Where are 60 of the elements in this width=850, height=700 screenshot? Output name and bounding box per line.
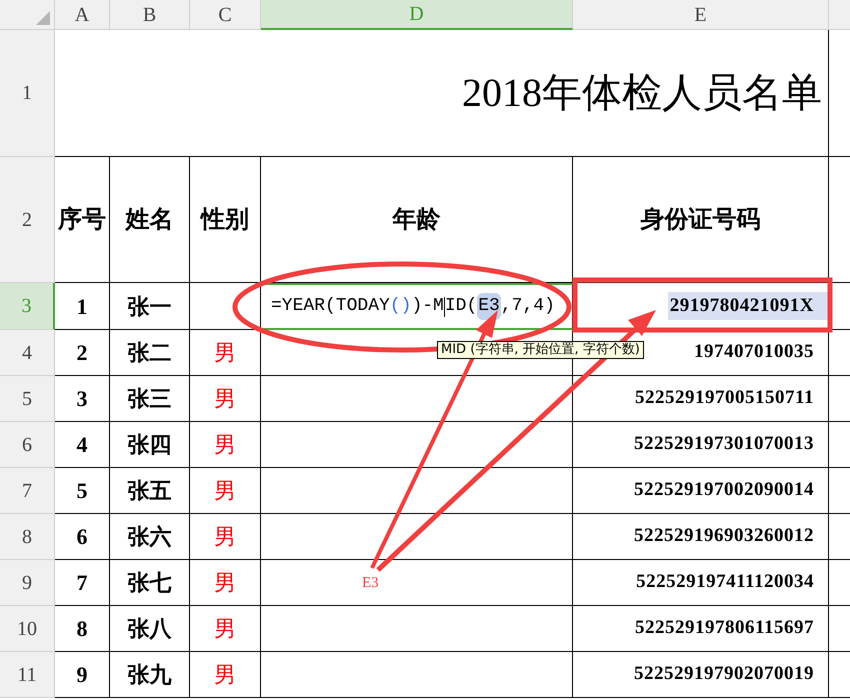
table-cell-text: 522529197902070019 — [634, 662, 814, 686]
column-header[interactable]: B — [110, 0, 190, 30]
gender-text: 男 — [214, 569, 236, 597]
column-header[interactable]: C — [190, 0, 261, 30]
row-header[interactable]: 7 — [0, 468, 55, 514]
row-header[interactable]: 6 — [0, 422, 55, 468]
table-cell: 张四 — [110, 422, 190, 468]
table-cell-text: 522529197005150711 — [635, 386, 814, 410]
table-cell: 张三 — [110, 376, 190, 422]
row-header[interactable]: 2 — [0, 157, 55, 283]
column-header[interactable]: A — [55, 0, 110, 30]
table-cell: 2919780421091X — [668, 292, 828, 320]
gender-text: 男 — [214, 615, 236, 643]
gender-text: 男 — [214, 523, 236, 551]
annotation-label: E3 — [362, 574, 379, 593]
function-tooltip: MID (字符串, 开始位置, 字符个数) — [437, 341, 644, 359]
header-cell: 年龄 — [261, 157, 573, 283]
row-header[interactable]: 9 — [0, 560, 55, 606]
gender-text: 男 — [214, 339, 236, 367]
table-cell: 张六 — [110, 514, 190, 560]
column-header[interactable] — [829, 0, 850, 30]
table-cell: 张七 — [110, 560, 190, 606]
text-cursor — [444, 296, 445, 316]
table-cell: 3 — [55, 376, 110, 422]
table-cell: 8 — [55, 606, 110, 652]
table-cell: 张九 — [110, 652, 190, 698]
row-header[interactable]: 8 — [0, 514, 55, 560]
header-cell: 姓名 — [110, 157, 190, 283]
table-cell: 2 — [55, 330, 110, 376]
gender-text: 男 — [214, 661, 236, 689]
select-all-icon[interactable] — [36, 11, 50, 25]
table-cell: 5 — [55, 468, 110, 514]
table-cell-text: 522529196903260012 — [634, 524, 814, 548]
header-cell: 身份证号码 — [573, 157, 829, 283]
row-header[interactable]: 11 — [0, 652, 55, 698]
table-cell: 张五 — [110, 468, 190, 514]
table-cell-text: 197407010035 — [694, 340, 814, 364]
column-header[interactable]: E — [573, 0, 829, 30]
gender-text: 男 — [214, 431, 236, 459]
table-cell: 4 — [55, 422, 110, 468]
row-header[interactable]: 5 — [0, 376, 55, 422]
table-cell: 7 — [55, 560, 110, 606]
table-cell: 9 — [55, 652, 110, 698]
gender-text: 男 — [214, 477, 236, 505]
table-cell: 6 — [55, 514, 110, 560]
sheet-title: 2018年体检人员名单 — [462, 73, 822, 113]
table-cell-text: 522529197411120034 — [636, 570, 814, 594]
header-cell: 性别 — [190, 157, 261, 283]
table-cell-text: 522529197301070013 — [634, 432, 814, 456]
header-cell: 序号 — [55, 157, 110, 283]
row-header[interactable]: 10 — [0, 606, 55, 652]
table-cell: 张八 — [110, 606, 190, 652]
row-header[interactable]: 1 — [0, 30, 55, 157]
table-cell: 1 — [55, 283, 110, 330]
gender-text: 男 — [214, 385, 236, 413]
table-cell: 张二 — [110, 330, 190, 376]
row-header[interactable]: 4 — [0, 330, 55, 376]
table-cell: 张一 — [110, 283, 190, 330]
table-cell-text: 522529197002090014 — [634, 478, 814, 502]
table-cell-text: 522529197806115697 — [635, 616, 814, 640]
